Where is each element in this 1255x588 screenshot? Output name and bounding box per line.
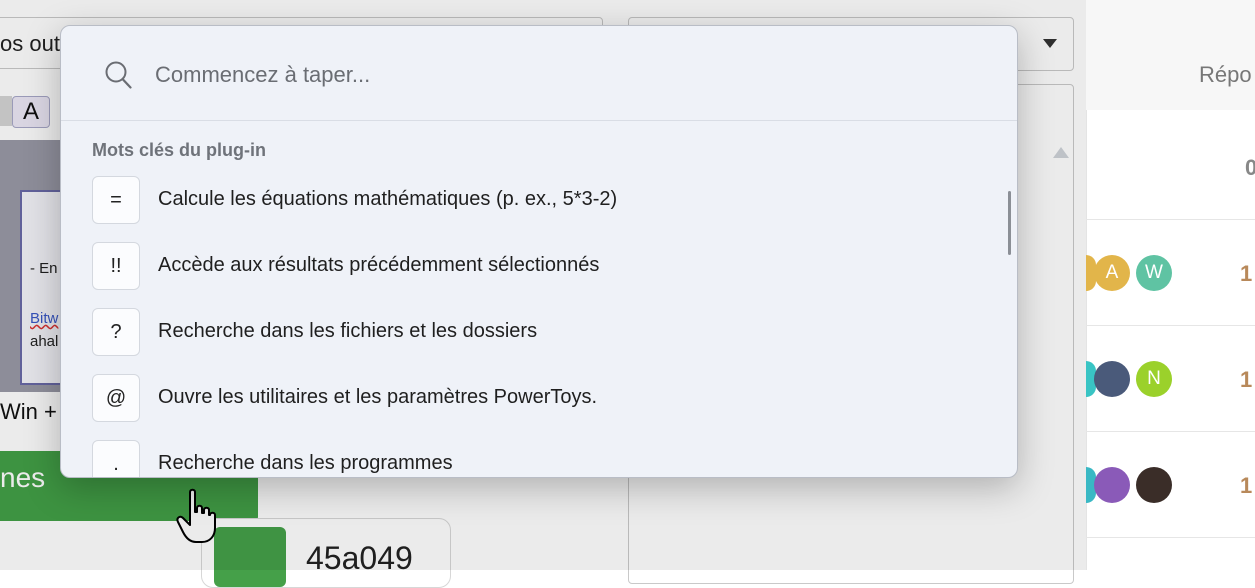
keyword-badge: !! [92,242,140,290]
section-title: Mots clés du plug-in [92,140,266,160]
list-item[interactable]: !! Accède aux résultats précédemment sél… [61,242,991,308]
keyword-description: Ouvre les utilitaires et les paramètres … [158,386,598,408]
search-icon [105,61,132,89]
answer-count: 1 [1240,261,1253,286]
search-input[interactable] [153,56,977,94]
keyword-description: Recherche dans les programmes [158,452,453,474]
avatar[interactable]: A [1094,255,1130,291]
keyword-description: Accède aux résultats précédemment sélect… [158,254,600,276]
avatar[interactable]: W [1136,255,1172,291]
row-divider [1086,325,1255,326]
keyword-badge: ? [92,308,140,356]
answer-count: 1 [1240,367,1253,392]
answer-count: 1 [1240,473,1253,498]
right-panel-header: Répo [1199,62,1252,87]
palette-divider [61,120,1017,121]
row-divider [1086,537,1255,538]
avatar[interactable] [1094,467,1130,503]
row-divider [1086,219,1255,220]
avatar[interactable] [1094,361,1130,397]
keyword-badge: . [92,440,140,477]
right-panel-value: 0 [1245,155,1255,180]
list-item[interactable]: . Recherche dans les programmes [61,440,991,477]
list-item[interactable]: ? Recherche dans les fichiers et les dos… [61,308,991,374]
right-panel-header-bg [1086,0,1255,110]
row-divider [1086,431,1255,432]
command-palette: Mots clés du plug-in = Calcule les équat… [60,25,1018,478]
keyword-description: Recherche dans les fichiers et les dossi… [158,320,538,342]
list-item[interactable]: @ Ouvre les utilitaires et les paramètre… [61,374,991,440]
list-item[interactable]: = Calcule les équations mathématiques (p… [61,176,991,242]
scrollbar-thumb[interactable] [1008,191,1011,255]
keyword-badge: @ [92,374,140,422]
avatar[interactable] [1136,467,1172,503]
avatar[interactable]: N [1136,361,1172,397]
keyword-badge: = [92,176,140,224]
keyword-description: Calcule les équations mathématiques (p. … [158,188,618,210]
